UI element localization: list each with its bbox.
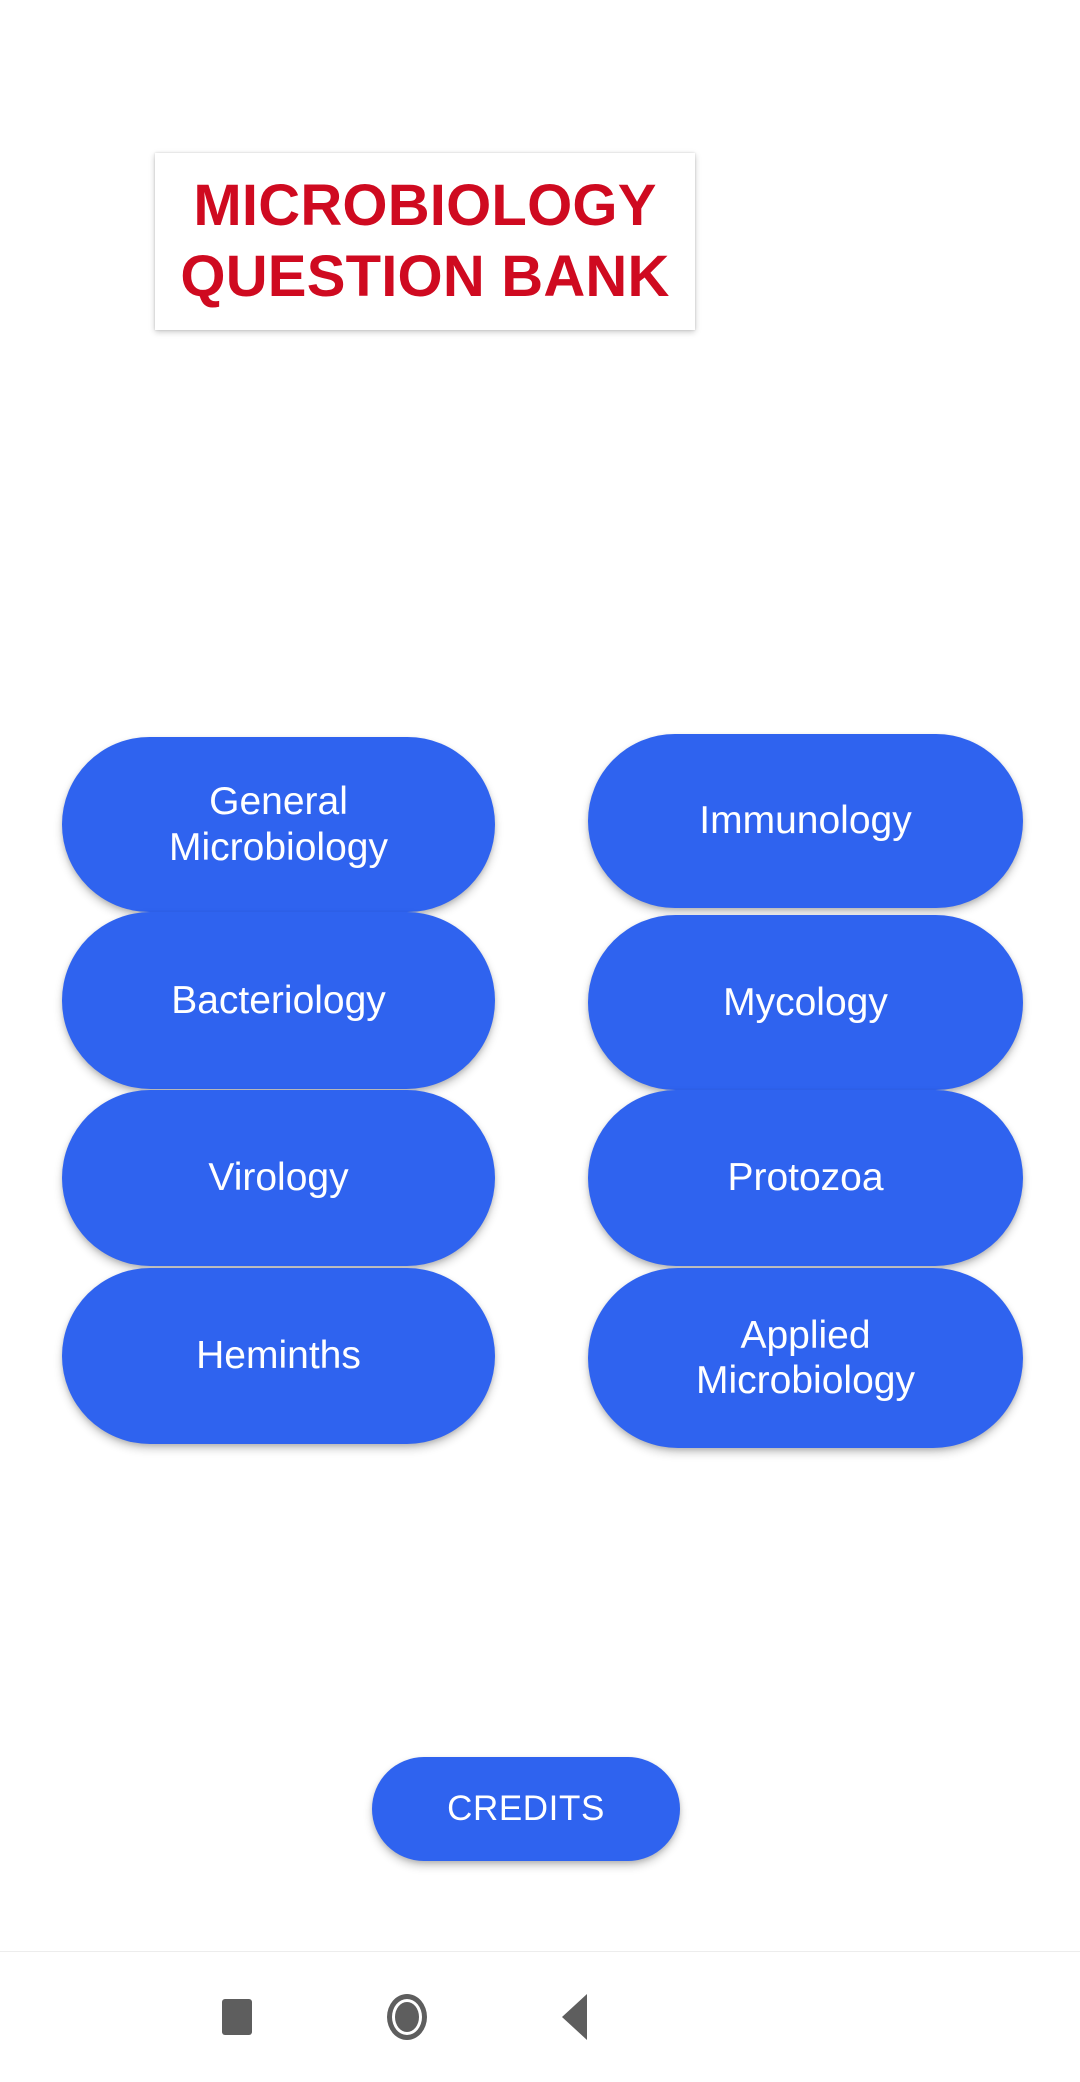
- back-button[interactable]: [499, 1952, 649, 2082]
- system-navigation-bar: [0, 1951, 1080, 2082]
- square-icon: [222, 1999, 252, 2035]
- credits-button[interactable]: CREDITS: [372, 1757, 680, 1861]
- triangle-left-icon: [561, 1994, 587, 2040]
- app-screen: MICROBIOLOGY QUESTION BANK General Micro…: [0, 0, 1080, 2082]
- page-title: MICROBIOLOGY QUESTION BANK: [180, 172, 670, 309]
- circle-icon: [387, 1994, 427, 2040]
- category-button-immunology[interactable]: Immunology: [588, 734, 1023, 908]
- category-button-virology[interactable]: Virology: [62, 1090, 495, 1266]
- category-button-protozoa[interactable]: Protozoa: [588, 1090, 1023, 1266]
- category-button-mycology[interactable]: Mycology: [588, 915, 1023, 1090]
- home-button[interactable]: [332, 1952, 482, 2082]
- category-button-general-microbiology[interactable]: General Microbiology: [62, 737, 495, 912]
- app-title-card: MICROBIOLOGY QUESTION BANK: [155, 153, 695, 330]
- category-button-applied-microbiology[interactable]: Applied Microbiology: [588, 1268, 1023, 1448]
- category-button-heminths[interactable]: Heminths: [62, 1268, 495, 1444]
- recents-button[interactable]: [162, 1952, 312, 2082]
- category-button-bacteriology[interactable]: Bacteriology: [62, 912, 495, 1089]
